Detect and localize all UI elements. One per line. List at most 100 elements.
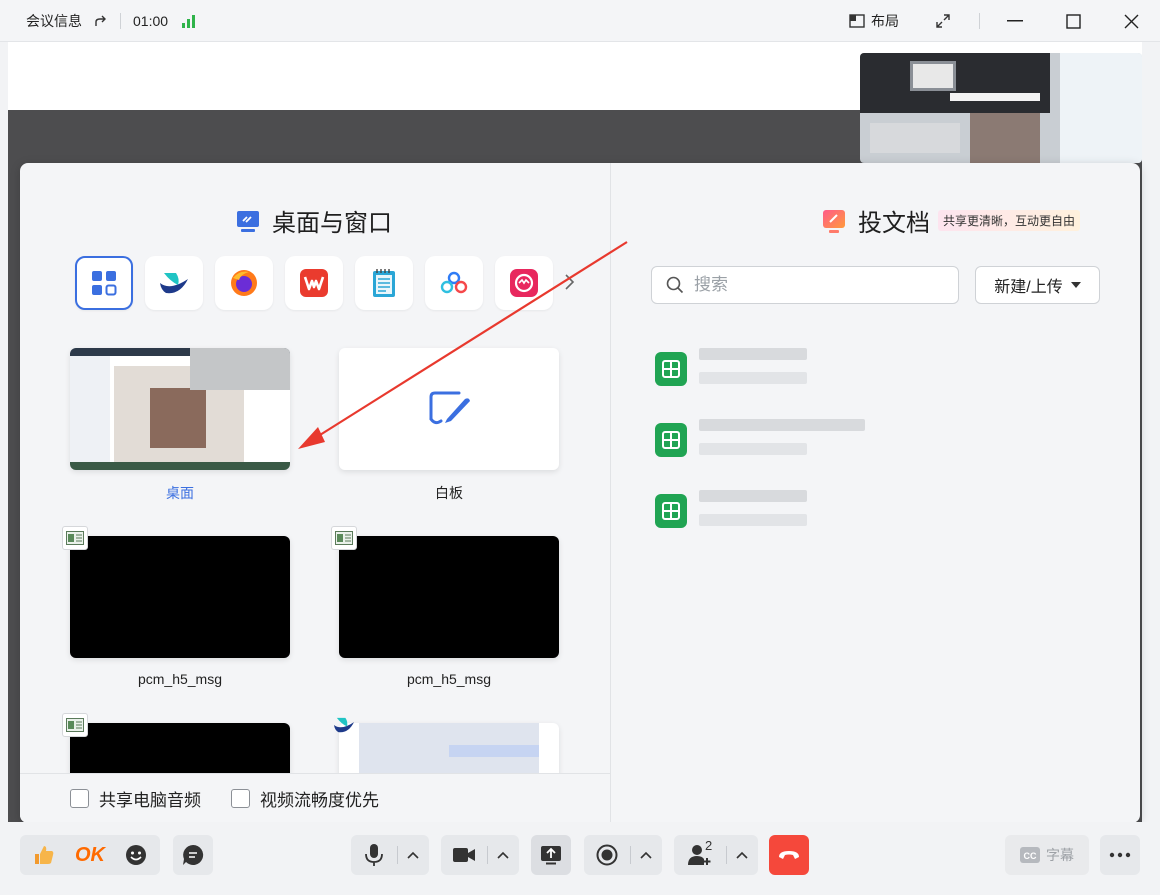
share-screen-button[interactable] <box>531 835 571 875</box>
camera-group <box>441 835 519 875</box>
expand-icon <box>935 13 951 29</box>
record-icon <box>596 844 618 866</box>
panel-divider <box>610 163 611 823</box>
document-title-blurred <box>699 419 865 467</box>
firefox-icon <box>229 268 259 298</box>
wps-icon <box>299 268 329 298</box>
chevron-up-icon <box>407 851 419 859</box>
checkbox-box[interactable] <box>231 789 250 808</box>
search-icon <box>666 276 684 294</box>
share-options-bar: 共享电脑音频 视频流畅度优先 <box>20 773 610 823</box>
minimize-icon <box>1007 20 1023 22</box>
reactions-group: OK <box>20 835 160 875</box>
app-filter-feishu[interactable] <box>145 256 203 310</box>
feishu-window-icon <box>331 713 357 737</box>
meeting-duration: 01:00 <box>133 13 169 29</box>
whiteboard-preview[interactable] <box>339 348 559 470</box>
source-window-2[interactable]: pcm_h5_msg <box>339 536 559 687</box>
document-item[interactable] <box>655 348 807 396</box>
maximize-button[interactable] <box>1044 0 1102 42</box>
captions-button[interactable]: CC 字幕 <box>1005 835 1089 875</box>
preview-blur <box>449 745 539 757</box>
smiley-icon <box>125 844 147 866</box>
meitu-icon <box>509 268 539 298</box>
captions-label: 字幕 <box>1046 847 1074 863</box>
record-group <box>584 835 662 875</box>
window-preview[interactable] <box>70 536 290 658</box>
search-input[interactable] <box>694 275 934 295</box>
document-search[interactable] <box>651 266 959 304</box>
app-filter-row <box>75 256 565 310</box>
app-filter-meitu[interactable] <box>495 256 553 310</box>
more-options-button[interactable] <box>1100 835 1140 875</box>
participant-video-thumbnail[interactable] <box>860 53 1142 163</box>
maximize-icon <box>1065 13 1081 29</box>
spreadsheet-icon <box>655 494 687 528</box>
monitor-icon <box>234 207 262 235</box>
app-filter-all[interactable] <box>75 256 133 310</box>
share-audio-label: 共享电脑音频 <box>99 791 201 810</box>
feishu-icon <box>158 269 190 297</box>
window-app-icon <box>62 713 88 737</box>
hang-up-button[interactable] <box>769 835 809 875</box>
apps-next-chevron-icon[interactable] <box>563 273 575 296</box>
source-whiteboard[interactable]: 白板 <box>339 348 559 503</box>
new-upload-button[interactable]: 新建/上传 <box>975 266 1100 304</box>
thumbs-up-button[interactable] <box>20 835 68 875</box>
document-title-blurred <box>699 348 807 396</box>
share-screen-panel: 桌面与窗口 投文档 共享更清晰，互动更自由 桌面 白板 pcm_h5_msg p… <box>20 163 1140 823</box>
document-item[interactable] <box>655 490 807 538</box>
share-screen-icon <box>540 845 562 865</box>
close-button[interactable] <box>1102 0 1160 42</box>
svg-text:CC: CC <box>1024 851 1037 861</box>
close-icon <box>1124 14 1139 29</box>
network-signal-icon[interactable] <box>182 14 196 28</box>
ok-reaction-button[interactable]: OK <box>68 835 112 875</box>
layout-label: 布局 <box>871 13 899 29</box>
app-filter-wps[interactable] <box>285 256 343 310</box>
cloud-icon <box>439 270 469 296</box>
video-smooth-checkbox[interactable]: 视频流畅度优先 <box>231 786 379 811</box>
emoji-button[interactable] <box>112 835 160 875</box>
chat-bubble-icon <box>182 844 204 866</box>
record-button[interactable] <box>584 835 630 875</box>
app-filter-notepad[interactable] <box>355 256 413 310</box>
layout-button[interactable]: 布局 <box>849 11 899 31</box>
meeting-info-label[interactable]: 会议信息 <box>26 11 82 31</box>
app-filter-firefox[interactable] <box>215 256 273 310</box>
video-frame-window <box>1060 53 1142 163</box>
separator <box>120 13 121 29</box>
share-audio-checkbox[interactable]: 共享电脑音频 <box>70 786 201 811</box>
microphone-button[interactable] <box>351 835 397 875</box>
camera-options-button[interactable] <box>488 835 518 875</box>
cast-document-header: 投文档 共享更清晰，互动更自由 <box>820 203 1081 238</box>
separator <box>979 13 980 29</box>
chat-button[interactable] <box>173 835 213 875</box>
desktop-label: 桌面 <box>166 485 194 501</box>
desktop-preview[interactable] <box>70 348 290 470</box>
title-bar: 会议信息 01:00 布局 <box>0 0 1160 42</box>
camera-button[interactable] <box>441 835 487 875</box>
layout-icon <box>849 14 865 28</box>
cast-document-title: 投文档 <box>858 210 930 237</box>
fullscreen-button[interactable] <box>925 0 961 42</box>
notepad-icon <box>371 268 397 298</box>
app-filter-cloud[interactable] <box>425 256 483 310</box>
window-preview[interactable] <box>339 536 559 658</box>
hang-up-icon <box>777 848 801 862</box>
video-frame-vent <box>910 61 956 91</box>
source-window-1[interactable]: pcm_h5_msg <box>70 536 290 687</box>
chevron-up-icon <box>640 851 652 859</box>
share-link-icon[interactable] <box>94 14 108 28</box>
document-item[interactable] <box>655 419 865 467</box>
participants-options-button[interactable] <box>727 835 757 875</box>
source-desktop[interactable]: 桌面 <box>70 348 290 503</box>
checkbox-box[interactable] <box>70 789 89 808</box>
cc-icon: CC <box>1020 847 1040 863</box>
window-label: pcm_h5_msg <box>406 671 492 687</box>
minimize-button[interactable] <box>986 0 1044 42</box>
record-options-button[interactable] <box>631 835 661 875</box>
participants-button[interactable]: 2 <box>674 835 726 875</box>
mic-options-button[interactable] <box>398 835 428 875</box>
whiteboard-label: 白板 <box>435 485 463 501</box>
